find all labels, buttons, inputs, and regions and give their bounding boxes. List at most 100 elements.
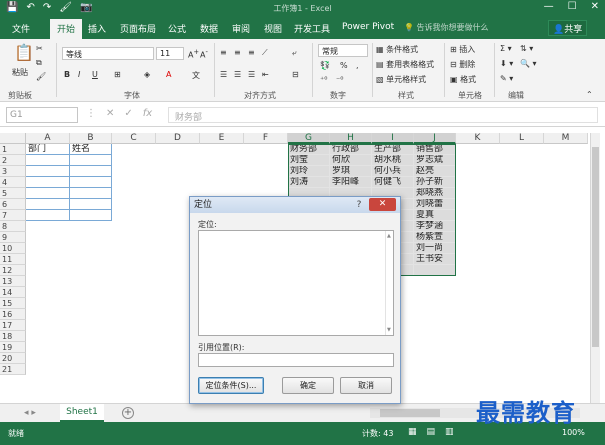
- table-header-cell[interactable]: 行政部: [330, 144, 372, 155]
- cell[interactable]: [26, 199, 70, 210]
- copy-icon[interactable]: ⧉: [36, 58, 42, 68]
- column-header-g[interactable]: G: [288, 133, 330, 144]
- scroll-up-icon[interactable]: ▲: [387, 233, 391, 239]
- row-header-21[interactable]: 21: [0, 364, 26, 375]
- wrap-text-icon[interactable]: ⤶: [292, 48, 296, 58]
- bold-icon[interactable]: B: [64, 70, 70, 79]
- align-left-icon[interactable]: ☰: [220, 70, 227, 79]
- close-button[interactable]: ✕: [591, 1, 599, 12]
- row-header-15[interactable]: 15: [0, 298, 26, 309]
- align-bottom-icon[interactable]: ≡: [248, 48, 255, 57]
- clear-icon[interactable]: ✎ ▾: [500, 74, 513, 83]
- cell[interactable]: [26, 166, 70, 177]
- listbox-scrollbar[interactable]: ▲ ▼: [385, 231, 393, 335]
- row-header-13[interactable]: 13: [0, 276, 26, 287]
- row-header-1[interactable]: 1: [0, 144, 26, 155]
- table-cell[interactable]: 夏真: [414, 210, 456, 221]
- row-header-4[interactable]: 4: [0, 177, 26, 188]
- tab-formulas[interactable]: 公式: [168, 22, 186, 35]
- table-cell[interactable]: 罗志斌: [414, 155, 456, 166]
- enter-icon[interactable]: ✓: [124, 108, 132, 119]
- row-header-20[interactable]: 20: [0, 353, 26, 364]
- table-cell[interactable]: [414, 265, 456, 276]
- tab-home[interactable]: 开始: [50, 19, 83, 39]
- align-middle-icon[interactable]: ≡: [234, 48, 241, 57]
- column-header-m[interactable]: M: [544, 133, 588, 144]
- table-cell[interactable]: 刘莹: [288, 155, 330, 166]
- column-header-e[interactable]: E: [200, 133, 244, 144]
- tab-power-pivot[interactable]: Power Pivot: [342, 22, 394, 32]
- cancel-icon[interactable]: ✕: [106, 108, 114, 119]
- shrink-font-icon[interactable]: A-: [200, 48, 208, 60]
- table-header-cell[interactable]: 生产部: [372, 144, 414, 155]
- table-format-button[interactable]: ▤ 套用表格格式: [376, 59, 434, 70]
- cell[interactable]: [26, 155, 70, 166]
- sheet-nav-arrows[interactable]: ◂ ▸: [24, 408, 36, 418]
- vertical-scrollbar[interactable]: [590, 133, 600, 403]
- underline-icon[interactable]: U: [92, 70, 98, 79]
- row-header-10[interactable]: 10: [0, 243, 26, 254]
- delete-cells-button[interactable]: ⊟ 删除: [450, 59, 475, 70]
- format-cells-button[interactable]: ▣ 格式: [450, 74, 476, 85]
- cell[interactable]: [70, 199, 112, 210]
- number-format-select[interactable]: 常规: [318, 44, 368, 57]
- border-icon[interactable]: ⊞: [114, 70, 121, 79]
- brush-icon[interactable]: 🖌: [36, 72, 46, 81]
- table-cell[interactable]: 胡水桃: [372, 155, 414, 166]
- find-icon[interactable]: 🔍 ▾: [520, 59, 537, 68]
- column-header-h[interactable]: H: [330, 133, 372, 144]
- tab-view[interactable]: 视图: [264, 22, 282, 35]
- align-right-icon[interactable]: ☰: [248, 70, 255, 79]
- column-header-k[interactable]: K: [456, 133, 500, 144]
- align-top-icon[interactable]: ≡: [220, 48, 227, 57]
- insert-function-icon[interactable]: fx: [143, 108, 152, 119]
- column-header-j[interactable]: J: [414, 133, 456, 144]
- row-header-16[interactable]: 16: [0, 309, 26, 320]
- name-box[interactable]: G1: [6, 107, 78, 123]
- table-header-cell[interactable]: 财务部: [288, 144, 330, 155]
- increase-decimal-icon[interactable]: ⁺⁰: [320, 75, 327, 84]
- special-button[interactable]: 定位条件(S)...: [198, 377, 264, 394]
- tab-data[interactable]: 数据: [200, 22, 218, 35]
- fill-icon[interactable]: ⬇ ▾: [500, 59, 513, 68]
- tell-me-search[interactable]: 💡 告诉我你想要做什么: [404, 22, 489, 33]
- minimize-button[interactable]: —: [544, 1, 554, 12]
- column-header-d[interactable]: D: [156, 133, 200, 144]
- cell[interactable]: [70, 177, 112, 188]
- conditional-format-button[interactable]: ▦ 条件格式: [376, 44, 418, 55]
- cell[interactable]: [70, 166, 112, 177]
- comma-icon[interactable]: ,: [356, 61, 359, 70]
- dialog-close-button[interactable]: ✕: [369, 198, 396, 211]
- align-center-icon[interactable]: ☰: [234, 70, 241, 79]
- row-header-6[interactable]: 6: [0, 199, 26, 210]
- share-button[interactable]: 👤共享: [548, 20, 588, 36]
- table-cell[interactable]: 刘晓蕾: [414, 199, 456, 210]
- row-header-17[interactable]: 17: [0, 320, 26, 331]
- row-header-7[interactable]: 7: [0, 210, 26, 221]
- table-cell[interactable]: 孙子新: [414, 177, 456, 188]
- insert-cells-button[interactable]: ⊞ 插入: [450, 44, 475, 55]
- cell-style-button[interactable]: ▧ 单元格样式: [376, 74, 426, 85]
- cell[interactable]: [70, 188, 112, 199]
- paste-icon[interactable]: 📋: [14, 43, 34, 62]
- row-header-18[interactable]: 18: [0, 331, 26, 342]
- wen-icon[interactable]: 文: [192, 70, 200, 81]
- table-cell[interactable]: 刘玲: [288, 166, 330, 177]
- scroll-down-icon[interactable]: ▼: [387, 327, 391, 333]
- table-cell[interactable]: 刘涛: [288, 177, 330, 188]
- column-header-f[interactable]: F: [244, 133, 288, 144]
- ok-button[interactable]: 确定: [282, 377, 334, 394]
- reference-input[interactable]: [198, 353, 394, 367]
- normal-view-icon[interactable]: ▦: [408, 427, 417, 437]
- row-header-9[interactable]: 9: [0, 232, 26, 243]
- table-header-cell[interactable]: 销售部: [414, 144, 456, 155]
- currency-icon[interactable]: 💱: [320, 61, 330, 70]
- collapse-ribbon-icon[interactable]: ⌃: [586, 90, 593, 99]
- table-cell[interactable]: 罗琪: [330, 166, 372, 177]
- row-header-8[interactable]: 8: [0, 221, 26, 232]
- tab-developer[interactable]: 开发工具: [294, 22, 330, 35]
- page-layout-view-icon[interactable]: ▤: [427, 427, 436, 437]
- font-name-select[interactable]: 等线: [62, 47, 154, 60]
- sort-filter-icon[interactable]: ⇅ ▾: [520, 44, 533, 53]
- cell[interactable]: [70, 155, 112, 166]
